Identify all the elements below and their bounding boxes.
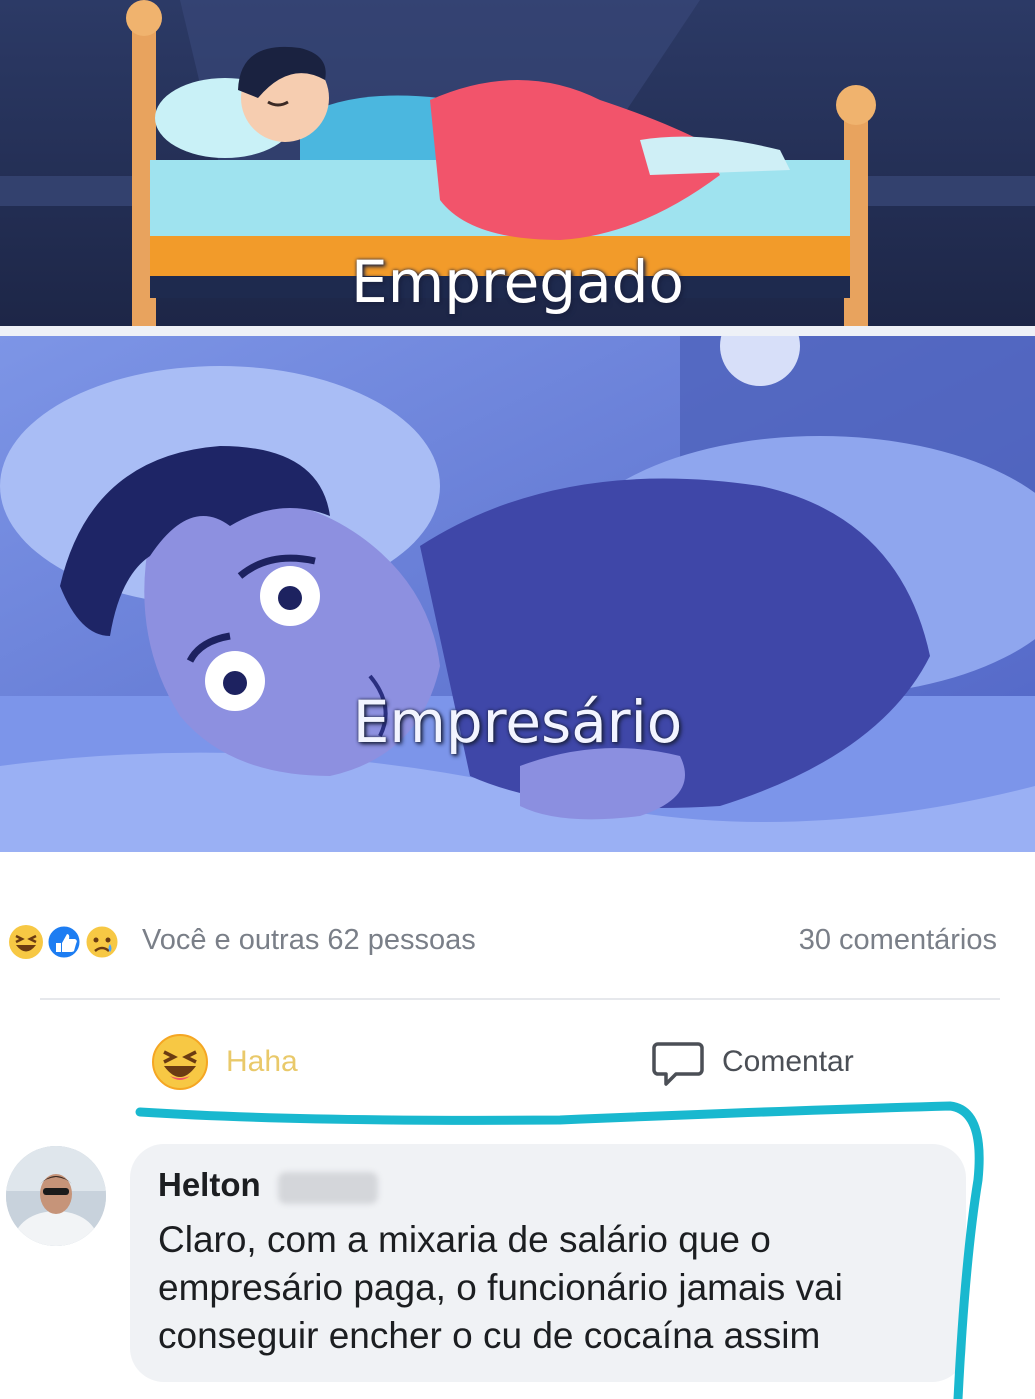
comment-author-name[interactable]: Helton xyxy=(158,1166,261,1204)
haha-reaction-button[interactable]: Haha xyxy=(150,1022,298,1102)
haha-label: Haha xyxy=(226,1045,298,1078)
post-stats-row: Você e outras 62 pessoas 30 comentários xyxy=(0,900,1035,980)
commenter-avatar[interactable] xyxy=(6,1146,106,1246)
comments-count-link[interactable]: 30 comentários xyxy=(799,924,997,957)
caption-employee: Empregado xyxy=(351,248,684,316)
caption-businessman: Empresário xyxy=(352,688,683,756)
reaction-summary-icons[interactable] xyxy=(6,922,136,962)
comment-text: Claro, com a mixaria de salário que o em… xyxy=(158,1216,958,1360)
comment-line: Claro, com a mixaria de salário que o xyxy=(158,1219,771,1260)
haha-icon xyxy=(152,1034,208,1090)
worried-businessman-illustration xyxy=(0,336,1035,852)
comment-line: empresário paga, o funcionário jamais va… xyxy=(158,1267,843,1308)
comment-bubble: Helton Claro, com a mixaria de salário q… xyxy=(130,1144,966,1382)
comment-line: conseguir encher o cu de cocaína assim xyxy=(158,1315,821,1356)
meme-panel-businessman: Empresário xyxy=(0,336,1035,852)
panel-divider xyxy=(0,326,1035,336)
haha-icon xyxy=(9,925,43,959)
meme-panel-employee: Empregado xyxy=(0,0,1035,326)
sad-icon xyxy=(83,923,121,961)
comment-button[interactable]: Comentar xyxy=(650,1022,854,1102)
post-actions-row: Haha Comentar xyxy=(0,1022,1035,1102)
redacted-surname xyxy=(278,1172,378,1204)
divider xyxy=(40,998,1000,1000)
avatar-photo xyxy=(6,1146,106,1246)
comment-bubble-icon xyxy=(652,1042,704,1086)
reactions-summary-text[interactable]: Você e outras 62 pessoas xyxy=(142,924,476,957)
like-icon xyxy=(45,923,83,961)
comment-label: Comentar xyxy=(722,1045,854,1078)
